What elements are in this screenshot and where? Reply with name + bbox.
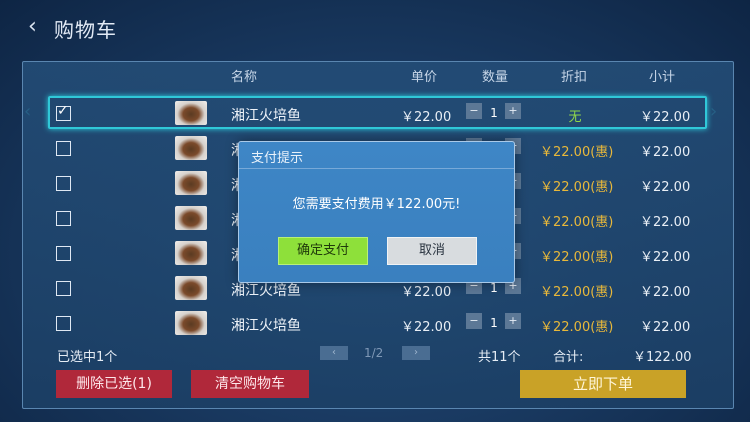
dish-thumbnail (175, 206, 207, 230)
row-checkbox[interactable] (56, 103, 71, 121)
column-header-subtotal: 小计 (649, 70, 676, 85)
quantity-value: 1 (490, 281, 498, 295)
order-now-button[interactable]: 立即下单 (520, 370, 686, 398)
table-row[interactable]: 湘江火培鱼￥22.00−1+无￥22.00 (23, 96, 733, 132)
increase-qty-button[interactable]: + (505, 103, 521, 119)
back-icon[interactable]: ‹ (28, 14, 37, 39)
quantity-value: 1 (490, 316, 498, 330)
total-value: ￥122.00 (633, 350, 692, 365)
total-label: 合计: (553, 350, 584, 365)
discount-value: ￥22.00(惠) (540, 215, 614, 230)
row-checkbox[interactable] (56, 141, 71, 156)
discount-value: 无 (568, 110, 582, 125)
next-page-button[interactable]: › (402, 346, 430, 360)
payment-dialog: 支付提示 您需要支付费用￥122.00元! 确定支付 取消 (238, 141, 515, 283)
row-checkbox[interactable] (56, 316, 71, 331)
cancel-button[interactable]: 取消 (387, 237, 477, 265)
subtotal-value: ￥22.00 (640, 215, 691, 230)
subtotal-value: ￥22.00 (640, 285, 691, 300)
discount-value: ￥22.00(惠) (540, 180, 614, 195)
table-row[interactable]: 湘江火培鱼￥22.00−1+￥22.00(惠)￥22.00 (23, 307, 733, 342)
dish-thumbnail (175, 276, 207, 300)
dialog-header: 支付提示 (239, 142, 514, 169)
discount-value: ￥22.00(惠) (540, 145, 614, 160)
subtotal-value: ￥22.00 (640, 320, 691, 335)
confirm-pay-button[interactable]: 确定支付 (278, 237, 368, 265)
discount-value: ￥22.00(惠) (540, 250, 614, 265)
dish-thumbnail (175, 171, 207, 195)
increase-qty-button[interactable]: + (505, 313, 521, 329)
page-title: 购物车 (54, 18, 117, 42)
subtotal-value: ￥22.00 (640, 180, 691, 195)
dialog-message: 您需要支付费用￥122.00元! (292, 197, 461, 212)
subtotal-value: ￥22.00 (640, 145, 691, 160)
header: ‹ 购物车 (0, 0, 750, 58)
row-checkbox[interactable] (56, 246, 71, 261)
quantity-value: 1 (490, 106, 498, 120)
row-checkbox[interactable] (56, 281, 71, 296)
dish-thumbnail (175, 136, 207, 160)
dialog-title: 支付提示 (251, 151, 304, 166)
delete-selected-button[interactable]: 删除已选(1) (56, 370, 172, 398)
unit-price: ￥22.00 (401, 285, 452, 300)
subtotal-value: ￥22.00 (640, 250, 691, 265)
discount-value: ￥22.00(惠) (540, 320, 614, 335)
decrease-qty-button[interactable]: − (466, 313, 482, 329)
subtotal-value: ￥22.00 (640, 110, 691, 125)
column-header-name: 名称 (231, 70, 258, 85)
dish-name: 湘江火培鱼 (231, 318, 301, 334)
dish-thumbnail (175, 241, 207, 265)
dish-thumbnail (175, 101, 207, 125)
total-count: 共11个 (478, 350, 521, 365)
decrease-qty-button[interactable]: − (466, 103, 482, 119)
column-header-discount: 折扣 (561, 70, 588, 85)
cart-footer: 已选中1个 ‹ 1/2 › 共11个 合计: ￥122.00 (22, 340, 732, 370)
unit-price: ￥22.00 (401, 320, 452, 335)
discount-value: ￥22.00(惠) (540, 285, 614, 300)
dish-thumbnail (175, 311, 207, 335)
column-header-price: 单价 (411, 70, 438, 85)
prev-page-button[interactable]: ‹ (320, 346, 348, 360)
selected-count: 已选中1个 (57, 350, 118, 365)
clear-cart-button[interactable]: 清空购物车 (191, 370, 309, 398)
row-checkbox[interactable] (56, 211, 71, 226)
column-header-qty: 数量 (482, 70, 509, 85)
dish-name: 湘江火培鱼 (231, 283, 301, 299)
row-checkbox[interactable] (56, 176, 71, 191)
dish-name: 湘江火培鱼 (231, 108, 301, 124)
unit-price: ￥22.00 (401, 110, 452, 125)
page-indicator: 1/2 (364, 346, 384, 360)
